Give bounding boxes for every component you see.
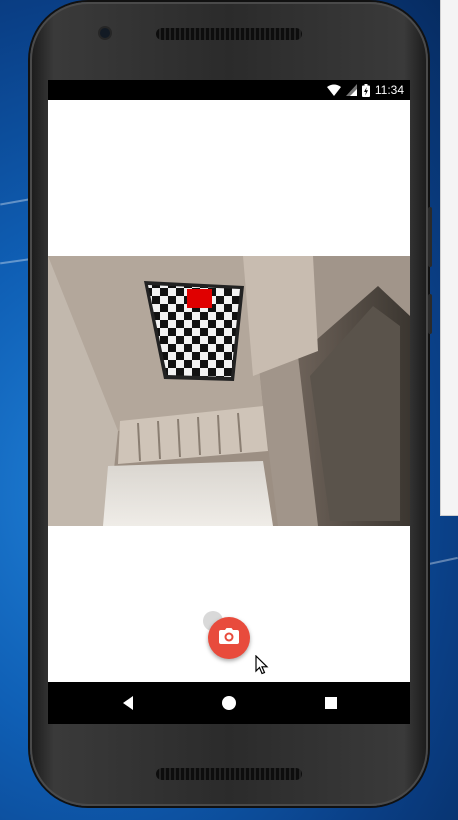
recents-icon — [321, 697, 341, 717]
camera-preview — [48, 256, 410, 526]
desktop-light-streak — [428, 556, 458, 566]
cell-signal-icon — [345, 84, 357, 96]
status-time: 11:34 — [374, 83, 404, 97]
navigation-bar — [48, 682, 410, 724]
camera-preview-image — [48, 256, 410, 526]
back-button[interactable] — [119, 693, 139, 713]
status-bar: 11:34 — [48, 80, 410, 100]
wifi-icon — [326, 84, 341, 96]
capture-button[interactable] — [208, 617, 250, 659]
desktop-window-edge — [440, 0, 458, 516]
top-speaker — [156, 28, 302, 40]
power-button — [428, 294, 432, 334]
home-icon — [219, 696, 239, 717]
volume-button — [428, 207, 432, 267]
battery-charging-icon — [361, 83, 370, 97]
camera-icon — [219, 627, 239, 649]
phone-frame: 11:34 — [30, 2, 432, 806]
home-button[interactable] — [219, 693, 239, 713]
mouse-cursor-icon — [255, 654, 269, 675]
bottom-speaker — [156, 768, 302, 780]
desktop-light-streak — [0, 257, 34, 265]
recents-button[interactable] — [321, 693, 341, 713]
phone-screen: 11:34 — [48, 80, 410, 724]
back-icon — [119, 696, 139, 717]
front-camera — [100, 28, 110, 38]
